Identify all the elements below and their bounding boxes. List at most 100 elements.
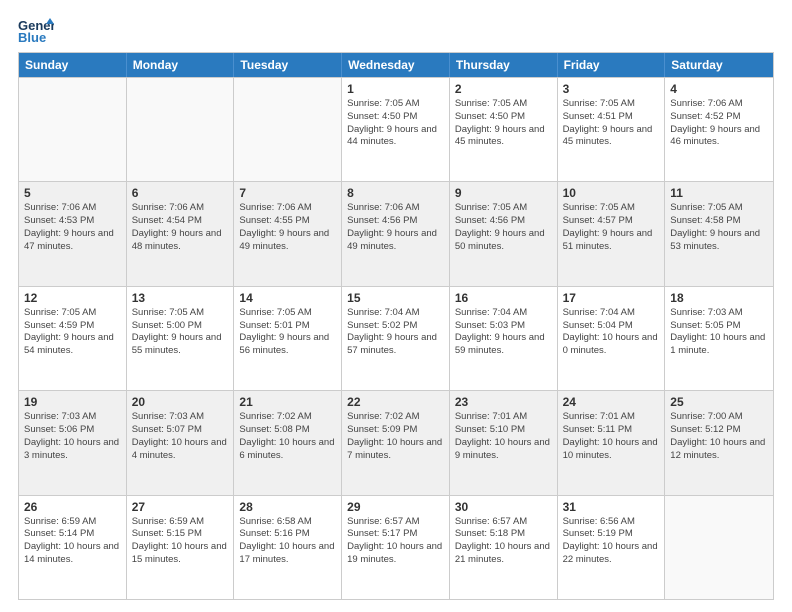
day-cell-19: 19 Sunrise: 7:03 AMSunset: 5:06 PMDayligh… bbox=[19, 391, 127, 494]
day-number: 16 bbox=[455, 291, 552, 305]
day-number: 15 bbox=[347, 291, 444, 305]
day-info: Sunrise: 6:56 AMSunset: 5:19 PMDaylight:… bbox=[563, 516, 660, 567]
day-cell-2: 2 Sunrise: 7:05 AMSunset: 4:50 PMDaylight… bbox=[450, 78, 558, 181]
day-info: Sunrise: 7:01 AMSunset: 5:11 PMDaylight:… bbox=[563, 411, 660, 462]
empty-cell bbox=[665, 496, 773, 599]
header-cell-tuesday: Tuesday bbox=[234, 53, 342, 77]
calendar-body: 1 Sunrise: 7:05 AMSunset: 4:50 PMDaylight… bbox=[19, 77, 773, 599]
calendar-row-2: 5 Sunrise: 7:06 AMSunset: 4:53 PMDaylight… bbox=[19, 181, 773, 285]
day-info: Sunrise: 7:00 AMSunset: 5:12 PMDaylight:… bbox=[670, 411, 768, 462]
day-info: Sunrise: 7:04 AMSunset: 5:04 PMDaylight:… bbox=[563, 307, 660, 358]
calendar: SundayMondayTuesdayWednesdayThursdayFrid… bbox=[18, 52, 774, 600]
day-cell-3: 3 Sunrise: 7:05 AMSunset: 4:51 PMDaylight… bbox=[558, 78, 666, 181]
day-cell-11: 11Sunrise: 7:05 AMSunset: 4:58 PMDayligh… bbox=[665, 182, 773, 285]
page: General Blue SundayMondayTuesdayWednesda… bbox=[0, 0, 792, 612]
day-number: 26 bbox=[24, 500, 121, 514]
day-number: 24 bbox=[563, 395, 660, 409]
day-cell-21: 21 Sunrise: 7:02 AMSunset: 5:08 PMDayligh… bbox=[234, 391, 342, 494]
day-number: 19 bbox=[24, 395, 121, 409]
day-cell-14: 14 Sunrise: 7:05 AMSunset: 5:01 PMDayligh… bbox=[234, 287, 342, 390]
day-cell-30: 30 Sunrise: 6:57 AMSunset: 5:18 PMDayligh… bbox=[450, 496, 558, 599]
svg-text:Blue: Blue bbox=[18, 30, 46, 44]
day-info: Sunrise: 7:04 AMSunset: 5:03 PMDaylight:… bbox=[455, 307, 552, 358]
day-info: Sunrise: 7:06 AMSunset: 4:53 PMDaylight:… bbox=[24, 202, 121, 253]
day-cell-29: 29Sunrise: 6:57 AMSunset: 5:17 PMDayligh… bbox=[342, 496, 450, 599]
day-number: 31 bbox=[563, 500, 660, 514]
day-cell-25: 25 Sunrise: 7:00 AMSunset: 5:12 PMDayligh… bbox=[665, 391, 773, 494]
day-number: 21 bbox=[239, 395, 336, 409]
day-info: Sunrise: 7:04 AMSunset: 5:02 PMDaylight:… bbox=[347, 307, 444, 358]
day-number: 5 bbox=[24, 186, 121, 200]
day-info: Sunrise: 7:05 AMSunset: 4:50 PMDaylight:… bbox=[455, 98, 552, 149]
day-info: Sunrise: 7:01 AMSunset: 5:10 PMDaylight:… bbox=[455, 411, 552, 462]
day-cell-18: 18 Sunrise: 7:03 AMSunset: 5:05 PMDayligh… bbox=[665, 287, 773, 390]
day-info: Sunrise: 6:59 AMSunset: 5:14 PMDaylight:… bbox=[24, 516, 121, 567]
day-info: Sunrise: 6:58 AMSunset: 5:16 PMDaylight:… bbox=[239, 516, 336, 567]
calendar-row-4: 19 Sunrise: 7:03 AMSunset: 5:06 PMDayligh… bbox=[19, 390, 773, 494]
day-cell-8: 8Sunrise: 7:06 AMSunset: 4:56 PMDaylight… bbox=[342, 182, 450, 285]
day-number: 7 bbox=[239, 186, 336, 200]
day-info: Sunrise: 7:03 AMSunset: 5:06 PMDaylight:… bbox=[24, 411, 121, 462]
header-cell-saturday: Saturday bbox=[665, 53, 773, 77]
logo-icon: General Blue bbox=[18, 16, 54, 44]
calendar-row-5: 26 Sunrise: 6:59 AMSunset: 5:14 PMDayligh… bbox=[19, 495, 773, 599]
day-cell-24: 24 Sunrise: 7:01 AMSunset: 5:11 PMDayligh… bbox=[558, 391, 666, 494]
day-number: 2 bbox=[455, 82, 552, 96]
day-cell-31: 31 Sunrise: 6:56 AMSunset: 5:19 PMDayligh… bbox=[558, 496, 666, 599]
header-cell-sunday: Sunday bbox=[19, 53, 127, 77]
day-number: 11 bbox=[670, 186, 768, 200]
day-cell-6: 6Sunrise: 7:06 AMSunset: 4:54 PMDaylight… bbox=[127, 182, 235, 285]
day-cell-15: 15 Sunrise: 7:04 AMSunset: 5:02 PMDayligh… bbox=[342, 287, 450, 390]
day-cell-5: 5 Sunrise: 7:06 AMSunset: 4:53 PMDaylight… bbox=[19, 182, 127, 285]
day-info: Sunrise: 7:05 AMSunset: 4:56 PMDaylight:… bbox=[455, 202, 552, 253]
day-info: Sunrise: 7:02 AMSunset: 5:09 PMDaylight:… bbox=[347, 411, 444, 462]
header: General Blue bbox=[18, 16, 774, 44]
empty-cell bbox=[127, 78, 235, 181]
day-number: 13 bbox=[132, 291, 229, 305]
day-cell-1: 1 Sunrise: 7:05 AMSunset: 4:50 PMDaylight… bbox=[342, 78, 450, 181]
day-cell-12: 12Sunrise: 7:05 AMSunset: 4:59 PMDayligh… bbox=[19, 287, 127, 390]
header-cell-thursday: Thursday bbox=[450, 53, 558, 77]
header-cell-wednesday: Wednesday bbox=[342, 53, 450, 77]
day-number: 22 bbox=[347, 395, 444, 409]
calendar-row-1: 1 Sunrise: 7:05 AMSunset: 4:50 PMDaylight… bbox=[19, 77, 773, 181]
day-number: 25 bbox=[670, 395, 768, 409]
day-cell-20: 20Sunrise: 7:03 AMSunset: 5:07 PMDayligh… bbox=[127, 391, 235, 494]
empty-cell bbox=[234, 78, 342, 181]
day-cell-10: 10Sunrise: 7:05 AMSunset: 4:57 PMDayligh… bbox=[558, 182, 666, 285]
day-cell-17: 17 Sunrise: 7:04 AMSunset: 5:04 PMDayligh… bbox=[558, 287, 666, 390]
day-info: Sunrise: 7:05 AMSunset: 4:51 PMDaylight:… bbox=[563, 98, 660, 149]
header-cell-monday: Monday bbox=[127, 53, 235, 77]
day-number: 18 bbox=[670, 291, 768, 305]
empty-cell bbox=[19, 78, 127, 181]
day-number: 8 bbox=[347, 186, 444, 200]
day-info: Sunrise: 7:05 AMSunset: 4:59 PMDaylight:… bbox=[24, 307, 121, 358]
day-info: Sunrise: 7:05 AMSunset: 4:50 PMDaylight:… bbox=[347, 98, 444, 149]
day-number: 23 bbox=[455, 395, 552, 409]
day-cell-7: 7 Sunrise: 7:06 AMSunset: 4:55 PMDaylight… bbox=[234, 182, 342, 285]
day-cell-28: 28 Sunrise: 6:58 AMSunset: 5:16 PMDayligh… bbox=[234, 496, 342, 599]
day-number: 14 bbox=[239, 291, 336, 305]
day-number: 6 bbox=[132, 186, 229, 200]
logo: General Blue bbox=[18, 16, 54, 44]
day-info: Sunrise: 7:06 AMSunset: 4:52 PMDaylight:… bbox=[670, 98, 768, 149]
day-number: 3 bbox=[563, 82, 660, 96]
day-cell-13: 13 Sunrise: 7:05 AMSunset: 5:00 PMDayligh… bbox=[127, 287, 235, 390]
day-info: Sunrise: 7:02 AMSunset: 5:08 PMDaylight:… bbox=[239, 411, 336, 462]
day-info: Sunrise: 7:03 AMSunset: 5:05 PMDaylight:… bbox=[670, 307, 768, 358]
day-cell-22: 22 Sunrise: 7:02 AMSunset: 5:09 PMDayligh… bbox=[342, 391, 450, 494]
day-number: 1 bbox=[347, 82, 444, 96]
day-number: 28 bbox=[239, 500, 336, 514]
day-number: 30 bbox=[455, 500, 552, 514]
day-number: 17 bbox=[563, 291, 660, 305]
day-info: Sunrise: 7:05 AMSunset: 5:01 PMDaylight:… bbox=[239, 307, 336, 358]
day-info: Sunrise: 6:59 AMSunset: 5:15 PMDaylight:… bbox=[132, 516, 229, 567]
day-number: 4 bbox=[670, 82, 768, 96]
day-cell-27: 27Sunrise: 6:59 AMSunset: 5:15 PMDayligh… bbox=[127, 496, 235, 599]
day-info: Sunrise: 7:05 AMSunset: 4:57 PMDaylight:… bbox=[563, 202, 660, 253]
day-number: 9 bbox=[455, 186, 552, 200]
day-info: Sunrise: 7:05 AMSunset: 5:00 PMDaylight:… bbox=[132, 307, 229, 358]
day-info: Sunrise: 7:06 AMSunset: 4:55 PMDaylight:… bbox=[239, 202, 336, 253]
day-info: Sunrise: 6:57 AMSunset: 5:18 PMDaylight:… bbox=[455, 516, 552, 567]
day-info: Sunrise: 7:03 AMSunset: 5:07 PMDaylight:… bbox=[132, 411, 229, 462]
